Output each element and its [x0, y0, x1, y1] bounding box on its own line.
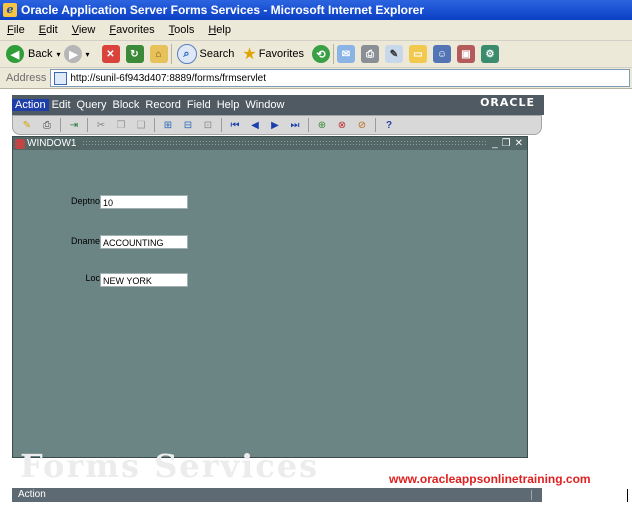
paste-icon[interactable]: ❑ [134, 118, 148, 132]
site-watermark: www.oracleappsonlinetraining.com [389, 472, 591, 486]
star-icon: ★ [242, 46, 257, 63]
loc-field[interactable]: NEW YORK [100, 273, 188, 287]
forms-menu-window[interactable]: Window [242, 99, 287, 111]
forward-arrow-icon: ▶ [64, 45, 83, 63]
exit-icon[interactable]: ⇥ [67, 118, 81, 132]
oracle-logo: ORACLE [480, 96, 535, 109]
enter-query-icon[interactable]: ⊞ [161, 118, 175, 132]
refresh-icon[interactable]: ↻ [125, 45, 144, 63]
titlebar-pattern [82, 140, 487, 147]
toolbar-separator [308, 118, 309, 132]
ie-toolbar: ◀ Back ▾ ▶ ▾ ✕ ↻ ⌂ ⌕ Search ★ Favorites … [0, 41, 632, 68]
back-dropdown-icon[interactable]: ▾ [56, 50, 60, 59]
window1-canvas: WINDOW1 _ ❐ ✕ Deptno 10 Dname ACCOUNTING… [12, 136, 528, 458]
deptno-field[interactable]: 10 [100, 195, 188, 209]
forms-menu-edit[interactable]: Edit [49, 99, 74, 111]
forms-toolbar: ✎ ⎙ ⇥ ✂ ❐ ❑ ⊞ ⊟ ⊡ ⏮ ◀ ▶ ⏭ ⊕ ⊗ ⊘ ? [12, 115, 542, 135]
copy-icon[interactable]: ❐ [114, 118, 128, 132]
address-label: Address [6, 72, 47, 84]
forward-button[interactable]: ▶ ▾ [64, 43, 90, 65]
next-block-icon[interactable]: ⏭ [288, 118, 302, 132]
tools-icon[interactable]: ⚙ [480, 45, 499, 63]
forms-menu-field[interactable]: Field [184, 99, 214, 111]
toolbar-separator [87, 118, 88, 132]
ie-menubar: File Edit View Favorites Tools Help [0, 20, 632, 41]
back-arrow-icon: ◀ [6, 45, 24, 63]
ie-menu-view[interactable]: View [65, 24, 103, 36]
previous-block-icon[interactable]: ⏮ [228, 118, 242, 132]
stop-icon[interactable]: ✕ [101, 45, 120, 63]
background-text: Forms Services [20, 447, 320, 485]
edge-marker [627, 489, 628, 502]
next-record-icon[interactable]: ▶ [268, 118, 282, 132]
favorites-button[interactable]: ★ Favorites [242, 43, 304, 65]
help-icon[interactable]: ? [382, 118, 396, 132]
address-bar: Address http://sunil-6f943d407:8889/form… [0, 68, 632, 89]
history-icon[interactable]: ⟲ [311, 45, 330, 63]
insert-record-icon[interactable]: ⊕ [315, 118, 329, 132]
window-icon [15, 138, 25, 149]
window-titlebar: e Oracle Application Server Forms Servic… [0, 0, 632, 20]
window-title: Oracle Application Server Forms Services… [21, 3, 425, 17]
back-button[interactable]: ◀ Back ▾ [6, 43, 60, 65]
delete-record-icon[interactable]: ⊗ [335, 118, 349, 132]
print-icon[interactable]: ⎙ [40, 118, 54, 132]
status-text: Action [18, 489, 46, 500]
mail-icon[interactable]: ✉ [336, 45, 355, 63]
ie-menu-favorites[interactable]: Favorites [102, 24, 161, 36]
cut-icon[interactable]: ✂ [94, 118, 108, 132]
page-icon [54, 71, 68, 85]
forms-menu-query[interactable]: Query [74, 99, 110, 111]
discuss-icon[interactable]: ▭ [408, 45, 427, 63]
ie-menu-edit[interactable]: Edit [32, 24, 65, 36]
address-input[interactable]: http://sunil-6f943d407:8889/forms/frmser… [50, 69, 630, 87]
forms-menu-action[interactable]: Action [12, 99, 49, 111]
edit-page-icon[interactable]: ✎ [384, 45, 403, 63]
ie-logo-icon: e [3, 3, 17, 17]
forms-menu-help[interactable]: Help [214, 99, 243, 111]
toolbar-separator [170, 44, 172, 64]
lock-record-icon[interactable]: ⊘ [355, 118, 369, 132]
minimize-icon[interactable]: _ [492, 138, 498, 149]
toolbar-separator [375, 118, 376, 132]
cancel-query-icon[interactable]: ⊡ [201, 118, 215, 132]
search-button[interactable]: ⌕ Search [176, 43, 234, 65]
close-icon[interactable]: ✕ [515, 138, 523, 149]
ie-menu-help[interactable]: Help [201, 24, 238, 36]
window1-titlebar: WINDOW1 _ ❐ ✕ [13, 137, 527, 150]
restore-icon[interactable]: ❐ [502, 138, 511, 149]
address-url: http://sunil-6f943d407:8889/forms/frmser… [70, 72, 267, 84]
toolbar-separator [60, 118, 61, 132]
home-icon[interactable]: ⌂ [149, 45, 168, 63]
previous-record-icon[interactable]: ◀ [248, 118, 262, 132]
toolbar-separator [154, 118, 155, 132]
loc-label: Loc [85, 273, 100, 283]
dname-field[interactable]: ACCOUNTING [100, 235, 188, 249]
toolbar-separator [221, 118, 222, 132]
save-icon[interactable]: ✎ [20, 118, 34, 132]
research-icon[interactable]: ▣ [456, 45, 475, 63]
ie-menu-tools[interactable]: Tools [162, 24, 202, 36]
forms-menu-block[interactable]: Block [110, 99, 143, 111]
deptno-label: Deptno [70, 196, 100, 206]
ie-menu-file[interactable]: File [0, 24, 32, 36]
search-icon: ⌕ [176, 44, 197, 64]
dname-label: Dname [70, 236, 100, 246]
forms-status-bar: Action [12, 488, 542, 502]
status-grip [531, 490, 540, 500]
forward-dropdown-icon[interactable]: ▾ [85, 50, 89, 59]
toolbar-separator [332, 44, 334, 64]
window1-title: WINDOW1 [27, 138, 77, 149]
print-icon[interactable]: ⎙ [360, 45, 379, 63]
messenger-icon[interactable]: ☺ [432, 45, 451, 63]
forms-menubar: Action Edit Query Block Record Field Hel… [12, 95, 544, 115]
forms-menu-record[interactable]: Record [142, 99, 183, 111]
execute-query-icon[interactable]: ⊟ [181, 118, 195, 132]
